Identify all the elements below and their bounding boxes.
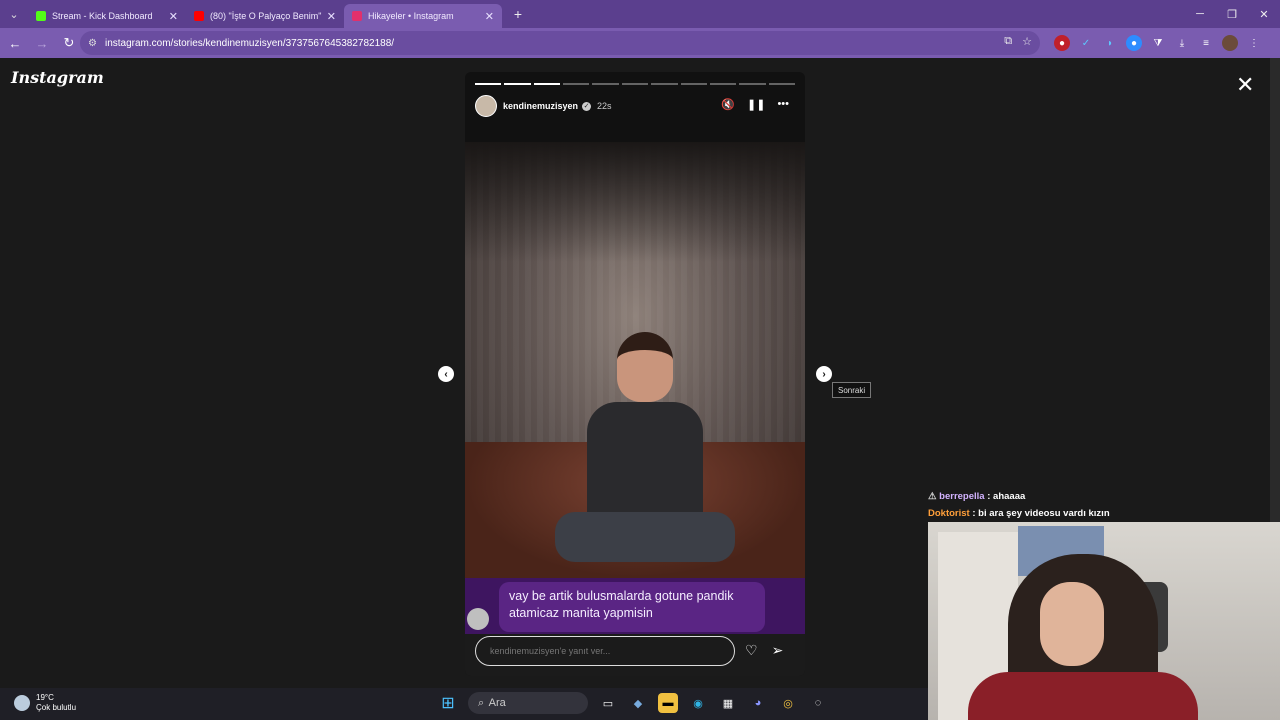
search-label: Ara — [488, 697, 506, 709]
file-explorer-icon[interactable]: ▬ — [658, 693, 678, 713]
cloud-icon — [14, 695, 30, 711]
chat-message: : bi ara şey videosu vardı kızın — [972, 508, 1110, 519]
store-icon[interactable]: ▦ — [718, 693, 738, 713]
download-icon[interactable]: ⤓ — [1174, 35, 1190, 51]
story-progress — [475, 83, 795, 85]
reload-icon[interactable]: ↻ — [57, 31, 81, 55]
caption-avatar — [467, 608, 489, 630]
new-tab-button[interactable]: + — [506, 6, 530, 22]
browser-toolbar: ← → ↻ ⚙ instagram.com/stories/kendinemuz… — [0, 28, 1280, 58]
progress-segment — [475, 83, 502, 85]
back-icon[interactable]: ← — [3, 31, 27, 55]
kick-icon — [36, 11, 46, 21]
story-username[interactable]: kendinemuzisyen — [503, 101, 578, 111]
stream-chat-overlay: ⚠ berrepella : ahaaaa Doktorist : bi ara… — [928, 488, 1280, 522]
temperature: 19°C — [36, 693, 54, 702]
progress-segment — [739, 83, 766, 85]
copilot-icon[interactable]: ◆ — [628, 693, 648, 713]
chat-message: : ahaaaa — [987, 491, 1026, 502]
tab-title: Hikayeler • Instagram — [368, 11, 454, 21]
obs-icon[interactable]: ◌ — [808, 693, 828, 713]
chat-username: Doktorist — [928, 508, 970, 519]
progress-segment — [621, 83, 649, 85]
progress-segment — [651, 83, 678, 85]
warning-icon: ⚠ — [928, 491, 937, 502]
extension-wave-icon[interactable]: ◗ — [1102, 35, 1118, 51]
story-video[interactable] — [465, 142, 805, 578]
discord-icon[interactable]: ◕ — [748, 693, 768, 713]
address-bar[interactable]: ⚙ instagram.com/stories/kendinemuzisyen/… — [80, 31, 1040, 55]
extension-red-icon[interactable]: ● — [1054, 35, 1070, 51]
heart-icon[interactable]: ♡ — [745, 642, 758, 659]
extensions-area: ● ✓ ◗ ● ⧩ ⤓ ≡ ⋮ — [1054, 31, 1262, 55]
progress-segment — [680, 83, 707, 85]
story-age: 22s — [597, 101, 612, 111]
caption-bubble: vay be artik bulusmalarda gotune pandik … — [499, 582, 765, 632]
chat-line: ⚠ berrepella : ahaaaa — [928, 488, 1280, 505]
edge-icon[interactable]: ◉ — [688, 693, 708, 713]
chat-username: berrepella — [939, 491, 985, 502]
caption-band: vay be artik bulusmalarda gotune pandik … — [465, 578, 805, 634]
next-story-button[interactable]: › — [816, 366, 832, 382]
extension-blue-icon[interactable]: ● — [1126, 35, 1142, 51]
close-tab-icon[interactable]: ✕ — [485, 10, 494, 23]
extension-translate-icon[interactable]: ✓ — [1078, 35, 1094, 51]
chat-line: Doktorist : bi ara şey videosu vardı kız… — [928, 505, 1280, 522]
minimize-icon[interactable]: ─ — [1184, 0, 1216, 28]
install-icon[interactable]: ⧉ — [1004, 35, 1012, 48]
person — [555, 332, 735, 562]
forward-icon[interactable]: → — [30, 31, 54, 55]
task-view-icon[interactable]: ▭ — [598, 693, 618, 713]
bookmark-star-icon[interactable]: ☆ — [1022, 35, 1032, 48]
avatar[interactable] — [475, 95, 497, 117]
windows-start-icon[interactable]: ⊞ — [438, 693, 458, 713]
tooltip: Sonraki — [832, 382, 872, 398]
reply-bar: ♡ ➢ — [465, 634, 805, 676]
profile-avatar[interactable] — [1222, 35, 1238, 51]
progress-segment — [504, 83, 531, 85]
close-window-icon[interactable]: ✕ — [1248, 0, 1280, 28]
tab-youtube[interactable]: (80) "İşte O Palyaço Benim" Kic ✕ — [186, 4, 344, 28]
mute-icon[interactable]: 🔇 — [721, 98, 735, 111]
tab-title: (80) "İşte O Palyaço Benim" Kic — [210, 11, 323, 21]
pause-icon[interactable]: ❚❚ — [747, 98, 765, 111]
instagram-logo[interactable]: Instagram — [11, 68, 104, 87]
youtube-icon — [194, 11, 204, 21]
story-viewer[interactable]: kendinemuzisyen ✓ 22s 🔇 ❚❚ ••• vay be ar… — [465, 72, 805, 676]
close-tab-icon[interactable]: ✕ — [327, 10, 336, 23]
progress-segment — [563, 83, 590, 85]
tab-bar: ⌄ Stream - Kick Dashboard ✕ (80) "İşte O… — [0, 0, 1280, 28]
close-story-icon[interactable]: ✕ — [1236, 72, 1254, 98]
reply-input[interactable] — [475, 636, 735, 666]
tab-kick[interactable]: Stream - Kick Dashboard ✕ — [28, 4, 186, 28]
webcam-overlay — [928, 522, 1280, 720]
tab-title: Stream - Kick Dashboard — [52, 11, 153, 21]
windows-taskbar: 19°C Çok bulutlu ⊞ ⌕ Ara ▭ ◆ ▬ ◉ ▦ ◕ ◎ ◌ — [0, 688, 928, 720]
tab-list-icon[interactable]: ≡ — [1198, 35, 1214, 51]
verified-icon: ✓ — [582, 101, 592, 111]
instagram-icon — [352, 11, 362, 21]
progress-segment — [768, 83, 795, 85]
more-options-icon[interactable]: ••• — [777, 98, 789, 111]
previous-story-button[interactable]: ‹ — [438, 366, 454, 382]
chrome-icon[interactable]: ◎ — [778, 693, 798, 713]
close-tab-icon[interactable]: ✕ — [169, 10, 178, 23]
tab-search-button[interactable]: ⌄ — [0, 0, 28, 28]
site-info-icon[interactable]: ⚙ — [88, 38, 97, 49]
taskbar-search[interactable]: ⌕ Ara — [468, 692, 588, 714]
progress-segment — [709, 83, 737, 85]
story-header: kendinemuzisyen ✓ 22s 🔇 ❚❚ ••• — [475, 94, 795, 118]
extensions-puzzle-icon[interactable]: ⧩ — [1150, 35, 1166, 51]
url-text: instagram.com/stories/kendinemuzisyen/37… — [104, 37, 395, 49]
progress-segment — [533, 83, 561, 85]
restore-icon[interactable]: ❐ — [1216, 0, 1248, 28]
weather-condition: Çok bulutlu — [36, 703, 77, 712]
menu-dots-icon[interactable]: ⋮ — [1246, 35, 1262, 51]
send-icon[interactable]: ➢ — [772, 642, 784, 659]
window-controls: ─ ❐ ✕ — [1184, 0, 1280, 28]
weather-widget[interactable]: 19°C Çok bulutlu — [14, 693, 76, 713]
tab-instagram[interactable]: Hikayeler • Instagram ✕ — [344, 4, 502, 28]
progress-segment — [592, 83, 619, 85]
